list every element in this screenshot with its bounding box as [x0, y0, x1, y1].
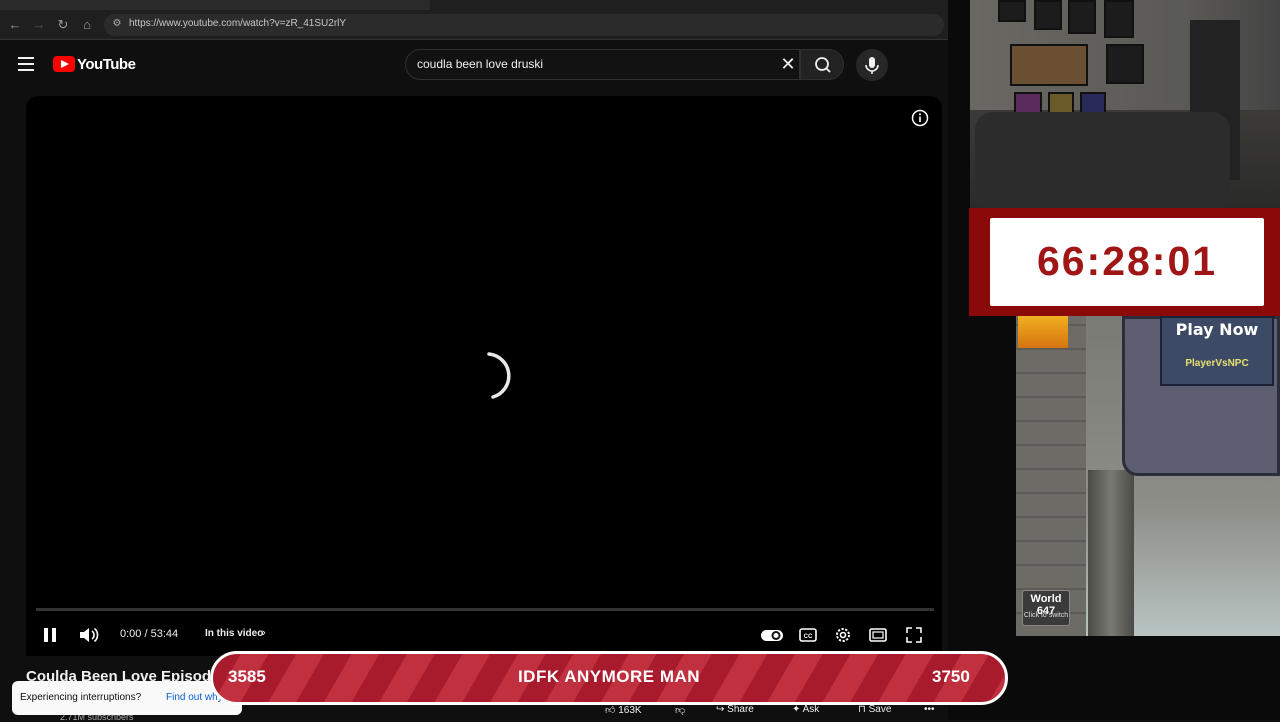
svg-text:CC: CC — [804, 634, 813, 640]
voice-search-button[interactable] — [856, 49, 888, 81]
thumbs-down-icon: 👎︎ — [675, 705, 686, 716]
time-display: 0:00 / 53:44 — [120, 628, 179, 640]
ask-label: Ask — [802, 704, 820, 715]
save-label: Save — [868, 704, 892, 715]
stream-timer: 66:28:01 — [1036, 238, 1218, 284]
save-button[interactable]: ⊓ Save — [858, 704, 891, 715]
banner-title: IDFK ANYMORE MAN — [517, 667, 701, 686]
site-info-icon[interactable]: ⚙ — [110, 17, 124, 31]
wall-poster — [1010, 44, 1088, 86]
webcam-couch — [975, 112, 1230, 207]
pause-button[interactable] — [40, 624, 60, 646]
play-now-label: Play Now — [1175, 320, 1259, 339]
progress-bar[interactable] — [36, 608, 934, 611]
pause-icon — [44, 628, 56, 642]
fullscreen-button[interactable] — [903, 624, 925, 646]
menu-icon[interactable] — [18, 57, 34, 71]
share-button[interactable]: ↪ Share — [716, 704, 754, 715]
wall-poster — [1104, 0, 1134, 38]
theater-icon — [869, 628, 887, 642]
browser-active-tab[interactable] — [430, 0, 948, 10]
wall-poster — [1106, 44, 1144, 84]
youtube-logo-play-icon — [61, 60, 69, 68]
banner-goal-value: 3750 — [932, 667, 970, 686]
wall-poster — [1068, 0, 1096, 34]
chapters-button[interactable]: In this video — [205, 628, 263, 639]
loading-spinner-icon — [463, 350, 515, 402]
share-label: Share — [727, 704, 754, 715]
game-stone-wall — [1016, 316, 1086, 636]
reload-icon[interactable]: ↻ — [54, 16, 72, 34]
youtube-wordmark[interactable]: YouTube — [77, 56, 136, 73]
dislike-button[interactable]: 👎︎ — [675, 704, 685, 716]
sparkle-icon: ✦ — [792, 704, 803, 715]
search-button[interactable] — [800, 49, 844, 80]
clear-search-icon[interactable]: ✕ — [778, 54, 798, 74]
volume-icon — [80, 627, 99, 643]
home-icon[interactable]: ⌂ — [78, 16, 96, 34]
gear-icon — [836, 628, 850, 642]
game-torch — [1018, 316, 1068, 348]
wall-poster — [998, 0, 1026, 22]
like-button[interactable]: 👍︎ 163K — [605, 704, 642, 716]
search-query-text[interactable]: coudla been love druski — [417, 57, 543, 71]
more-actions-icon[interactable]: ••• — [924, 704, 935, 715]
settings-button[interactable] — [832, 624, 854, 646]
url-text[interactable]: https://www.youtube.com/watch?v=zR_41SU2… — [129, 18, 346, 29]
subtitles-icon: CC — [799, 628, 817, 642]
microphone-icon — [865, 57, 879, 74]
game-pillar — [1088, 470, 1134, 636]
thumbs-up-icon: 👍︎ — [605, 705, 619, 716]
toast-message: Experiencing interruptions? — [20, 692, 142, 703]
volume-button[interactable] — [77, 624, 101, 646]
like-count: 163K — [618, 705, 642, 716]
back-arrow-icon[interactable]: ← — [6, 16, 24, 34]
bookmark-icon: ⊓ — [858, 704, 869, 715]
browser-tab-strip — [0, 0, 948, 10]
fullscreen-icon — [906, 627, 922, 643]
ask-button[interactable]: ✦ Ask — [792, 704, 819, 715]
theater-mode-button[interactable] — [867, 624, 889, 646]
subtitles-button[interactable]: CC — [797, 624, 819, 646]
forward-arrow-icon[interactable]: → — [30, 16, 48, 34]
autoplay-icon — [761, 630, 783, 641]
world-switch-hint: Click to switch — [1023, 612, 1069, 619]
search-icon — [815, 57, 831, 73]
chevron-right-icon[interactable]: › — [262, 627, 266, 639]
wall-poster — [1034, 0, 1062, 30]
game-player-name: PlayerVsNPC — [1185, 358, 1249, 369]
info-card-icon[interactable] — [910, 108, 930, 128]
share-icon: ↪ — [716, 704, 728, 715]
autoplay-toggle[interactable] — [760, 624, 784, 646]
